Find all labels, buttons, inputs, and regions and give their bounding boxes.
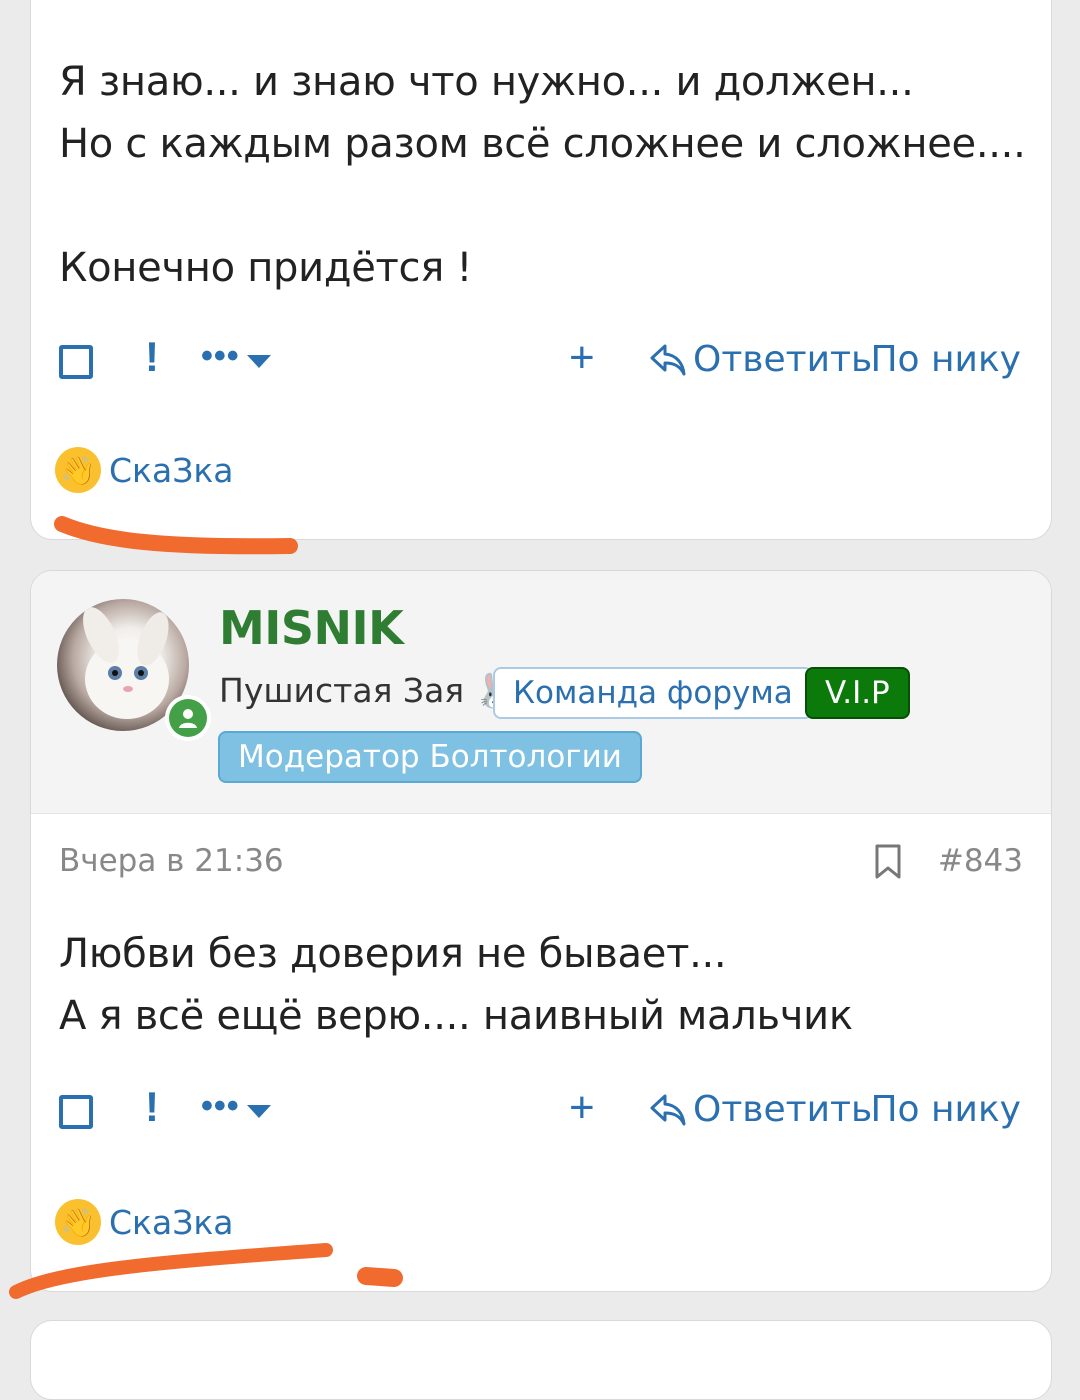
post-actions: ! ••• + Ответить По нику xyxy=(59,333,1021,389)
post-timestamp[interactable]: Вчера в 21:36 xyxy=(59,843,284,879)
moderator-badge: Модератор Болтологии xyxy=(218,731,642,783)
report-icon[interactable]: ! xyxy=(145,333,159,381)
reply-button[interactable]: Ответить xyxy=(649,339,872,380)
by-nick-button[interactable]: По нику xyxy=(870,1089,1021,1130)
select-checkbox[interactable] xyxy=(59,1095,93,1129)
reaction-user[interactable]: СкаЗка xyxy=(109,451,234,490)
reply-icon xyxy=(650,1094,686,1125)
user-title: Пушистая Зая 🐰 xyxy=(219,671,516,710)
add-reaction-button[interactable]: + xyxy=(569,1083,595,1133)
reply-label: Ответить xyxy=(693,339,873,380)
report-icon[interactable]: ! xyxy=(145,1083,159,1131)
bookmark-icon[interactable] xyxy=(873,843,903,881)
select-checkbox[interactable] xyxy=(59,345,93,379)
post-card: Я знаю... и знаю что нужно... и должен..… xyxy=(30,0,1052,540)
wave-hand-icon: 👋 xyxy=(55,1199,101,1245)
add-reaction-button[interactable]: + xyxy=(569,333,595,383)
reply-icon xyxy=(650,344,686,375)
username[interactable]: MISNIK xyxy=(219,601,404,655)
next-post-card xyxy=(30,1320,1052,1400)
post-author-header: MISNIK Пушистая Зая 🐰 Команда форума V.I… xyxy=(31,571,1051,814)
online-status-icon xyxy=(165,695,211,741)
post-number[interactable]: #843 xyxy=(938,843,1023,879)
by-nick-button[interactable]: По нику xyxy=(870,339,1021,380)
more-menu-icon[interactable]: ••• xyxy=(201,337,240,376)
post-message: Я знаю... и знаю что нужно... и должен..… xyxy=(59,59,1026,291)
reaction-user[interactable]: СкаЗка xyxy=(109,1203,234,1242)
chevron-down-icon[interactable] xyxy=(247,1105,271,1118)
post-actions: ! ••• + Ответить По нику xyxy=(59,1083,1021,1139)
team-badge: Команда форума xyxy=(493,667,813,719)
more-menu-icon[interactable]: ••• xyxy=(201,1087,240,1126)
reply-label: Ответить xyxy=(693,1089,873,1130)
wave-hand-icon: 👋 xyxy=(55,447,101,493)
avatar[interactable] xyxy=(57,599,211,741)
reaction-summary[interactable]: 👋 СкаЗка xyxy=(55,445,234,495)
reply-button[interactable]: Ответить xyxy=(649,1089,872,1130)
post-card: MISNIK Пушистая Зая 🐰 Команда форума V.I… xyxy=(30,570,1052,1292)
reaction-summary[interactable]: 👋 СкаЗка xyxy=(55,1197,234,1247)
vip-badge: V.I.P xyxy=(805,667,910,719)
chevron-down-icon[interactable] xyxy=(247,355,271,368)
post-message: Любви без доверия не бывает... А я всё е… xyxy=(59,931,853,1039)
